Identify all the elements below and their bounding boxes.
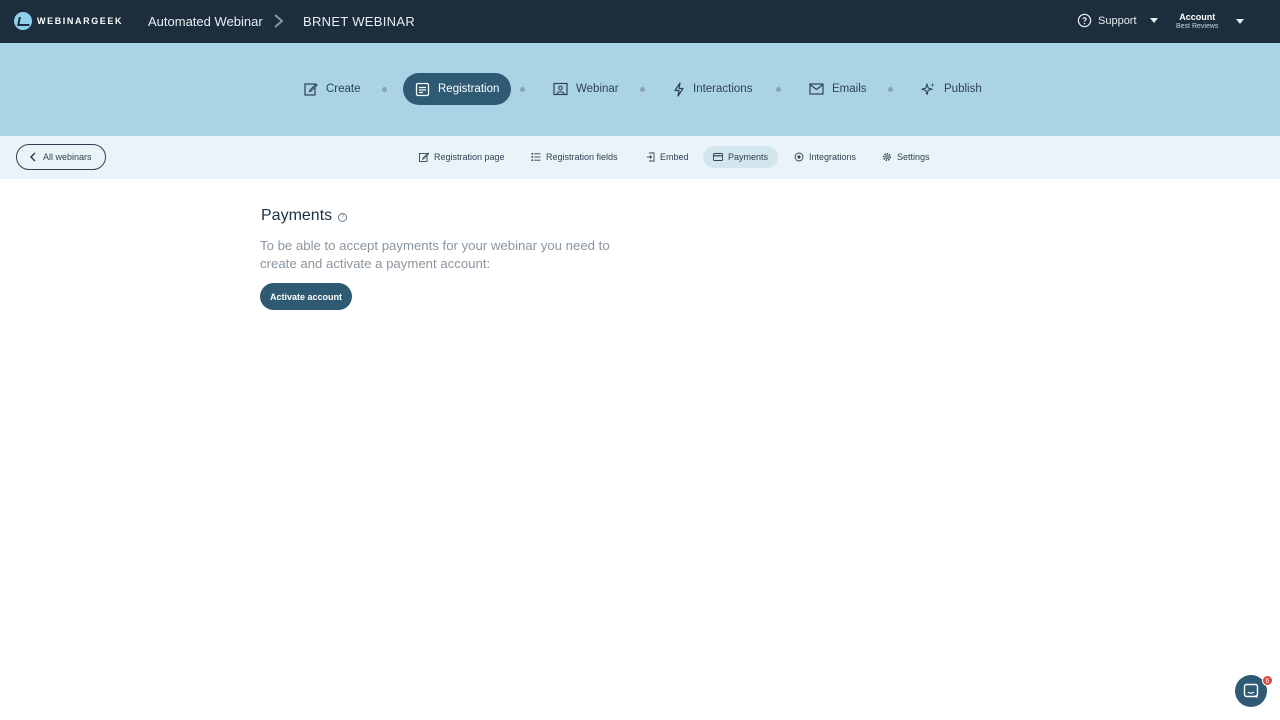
step-label: Webinar bbox=[576, 83, 619, 95]
step-separator-dot bbox=[382, 87, 387, 92]
breadcrumb-webinar-name[interactable]: BRNET WEBINAR bbox=[303, 14, 415, 29]
help-icon[interactable]: ? bbox=[338, 212, 348, 222]
edit-icon bbox=[419, 152, 429, 162]
subnav-integrations[interactable]: Integrations bbox=[784, 146, 866, 168]
page-title-row: Payments ? bbox=[261, 207, 348, 225]
support-label: Support bbox=[1098, 14, 1137, 27]
step-separator-dot bbox=[888, 87, 893, 92]
subnav-label: Settings bbox=[897, 152, 930, 162]
step-separator-dot bbox=[776, 87, 781, 92]
integrations-icon bbox=[794, 152, 804, 162]
subnav-embed[interactable]: Embed bbox=[636, 146, 699, 168]
lightning-icon bbox=[674, 81, 684, 97]
caret-down-icon[interactable] bbox=[1236, 19, 1244, 24]
subnav-label: Integrations bbox=[809, 152, 857, 162]
subnav-label: Registration page bbox=[434, 152, 505, 162]
subnav-registration-fields[interactable]: Registration fields bbox=[521, 146, 628, 168]
step-create[interactable]: Create bbox=[292, 73, 373, 105]
account-label: Account bbox=[1179, 12, 1216, 22]
step-label: Emails bbox=[832, 83, 867, 95]
step-label: Registration bbox=[438, 83, 500, 95]
subnav-payments[interactable]: Payments bbox=[703, 146, 779, 168]
edit-icon bbox=[304, 83, 318, 96]
logo-text: WEBINARGEEK bbox=[37, 16, 124, 26]
step-separator-dot bbox=[640, 87, 645, 92]
step-registration[interactable]: Registration bbox=[403, 73, 512, 105]
account-menu[interactable]: Account Best Reviews bbox=[1176, 12, 1218, 30]
help-circle-icon bbox=[1077, 13, 1092, 28]
logo[interactable]: WEBINARGEEK bbox=[14, 12, 123, 30]
subnav-registration-page[interactable]: Registration page bbox=[409, 146, 515, 168]
gear-icon bbox=[882, 152, 892, 162]
chevron-left-icon bbox=[29, 152, 36, 162]
card-icon bbox=[713, 153, 723, 161]
all-webinars-button[interactable]: All webinars bbox=[16, 144, 106, 170]
subnav-label: Embed bbox=[660, 152, 689, 162]
subnav-label: Registration fields bbox=[546, 152, 618, 162]
payments-description: To be able to accept payments for your w… bbox=[260, 238, 610, 271]
subnav-settings[interactable]: Settings bbox=[872, 146, 940, 168]
step-emails[interactable]: Emails bbox=[797, 73, 879, 105]
step-label: Interactions bbox=[693, 83, 753, 95]
sub-navigation: All webinars Registration page Registrat… bbox=[0, 136, 1280, 179]
top-bar: WEBINARGEEK Automated Webinar BRNET WEBI… bbox=[0, 0, 1280, 43]
chevron-right-icon bbox=[274, 14, 284, 28]
activate-account-button[interactable]: Activate account bbox=[260, 283, 352, 310]
subnav-label: Payments bbox=[728, 152, 769, 162]
chat-icon bbox=[1243, 683, 1259, 698]
sparkle-icon bbox=[921, 82, 935, 95]
presentation-icon bbox=[553, 82, 568, 96]
embed-icon bbox=[647, 152, 655, 162]
list-icon bbox=[531, 153, 541, 161]
envelope-icon bbox=[809, 83, 824, 95]
logo-icon bbox=[14, 12, 32, 30]
breadcrumb-webinar-type[interactable]: Automated Webinar bbox=[148, 14, 263, 29]
all-webinars-label: All webinars bbox=[43, 152, 92, 162]
step-separator-dot bbox=[520, 87, 525, 92]
chat-unread-badge: 6 bbox=[1262, 675, 1273, 686]
step-webinar[interactable]: Webinar bbox=[541, 73, 631, 105]
support-menu[interactable]: Support bbox=[1077, 13, 1158, 28]
caret-down-icon bbox=[1149, 18, 1158, 23]
step-label: Create bbox=[326, 83, 361, 95]
step-interactions[interactable]: Interactions bbox=[661, 73, 764, 105]
step-label: Publish bbox=[944, 83, 982, 95]
step-publish[interactable]: Publish bbox=[909, 73, 994, 105]
page-title: Payments bbox=[261, 207, 333, 224]
registration-icon bbox=[415, 82, 430, 96]
account-subtitle: Best Reviews bbox=[1176, 23, 1219, 30]
steps-bar: Create Registration Webinar Interactions bbox=[0, 43, 1280, 136]
